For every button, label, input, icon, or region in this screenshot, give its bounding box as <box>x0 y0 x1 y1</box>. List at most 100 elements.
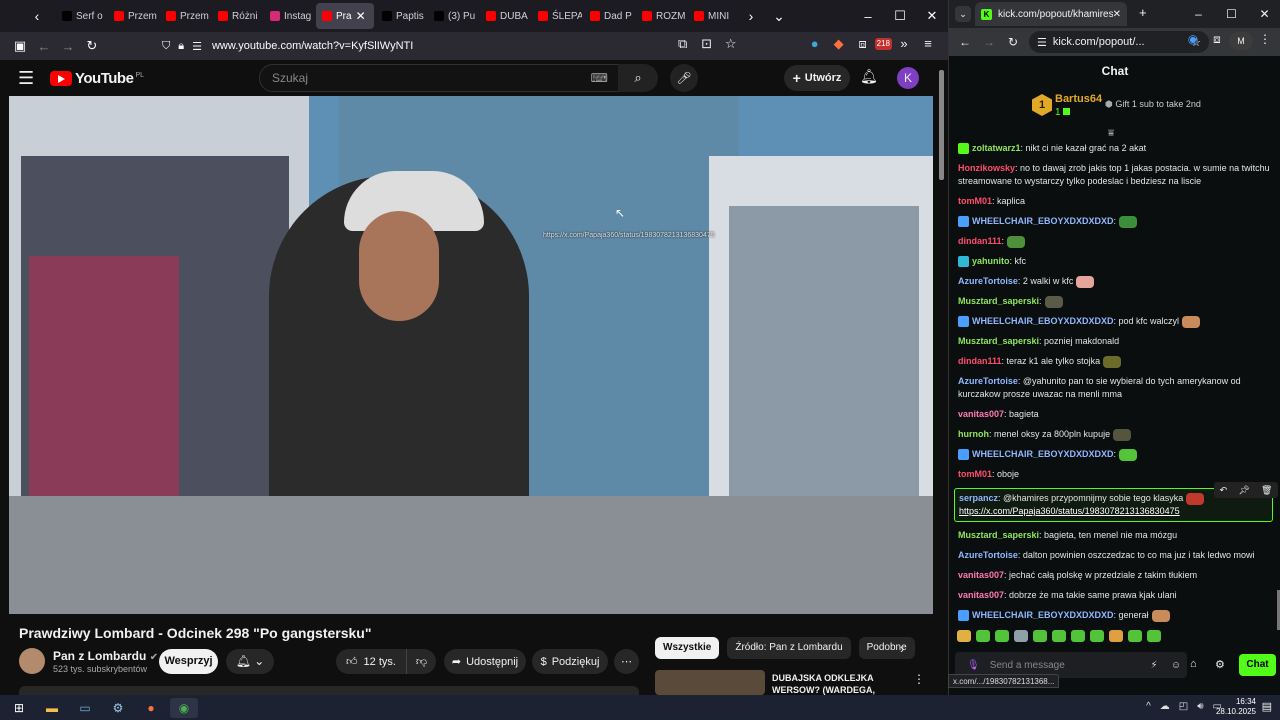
address-bar[interactable]: ⛉ 🔒︎ ☰ www.youtube.com/watch?v=KyfSlIWyN… <box>112 34 672 58</box>
dislike-button[interactable]: 👎︎ <box>406 649 436 674</box>
browser-tab[interactable]: (3) Pu <box>428 3 478 29</box>
lock-icon[interactable]: 🔒︎ <box>178 40 184 53</box>
maximize-icon[interactable]: ☐ <box>884 8 916 24</box>
chat-message[interactable]: AzureTortoise: @yahunito pan to sie wybi… <box>949 375 1280 401</box>
chat-username[interactable]: tomM01 <box>958 469 992 479</box>
chat-message[interactable]: zoltatwarz1: nikt ci nie kazał grać na 2… <box>949 142 1280 155</box>
chat-message[interactable]: tomM01: oboje <box>949 468 1280 481</box>
menu-hamburger-icon[interactable]: ≡ <box>916 36 940 52</box>
filter-chip[interactable]: Źródło: Pan z Lombardu <box>727 637 851 659</box>
tab-scroll-right-icon[interactable]: › <box>740 8 762 24</box>
quick-emote-icon[interactable] <box>1014 630 1028 642</box>
chat-username[interactable]: vanitas007 <box>958 409 1004 419</box>
chat-username[interactable]: Honzikowsky <box>958 163 1015 173</box>
network-icon[interactable]: ◰ <box>1179 701 1188 712</box>
browser-tab[interactable]: ROZM <box>636 3 686 29</box>
browser-tab[interactable]: MINI <box>688 3 738 29</box>
steam-icon[interactable]: ⚙ <box>104 698 132 718</box>
chat-message[interactable]: tomM01: kaplica <box>949 195 1280 208</box>
emoji-icon[interactable]: ☺ <box>1165 660 1187 671</box>
site-info-icon[interactable]: ☰ <box>1037 36 1047 49</box>
quick-emote-icon[interactable] <box>1033 630 1047 642</box>
chrome-icon[interactable]: ◉ <box>170 697 198 718</box>
settings-gear-icon[interactable]: ⚙ <box>1215 658 1225 671</box>
shield-icon[interactable]: ⛉ <box>162 40 170 53</box>
browser-tab[interactable]: Przem <box>108 3 158 29</box>
chat-message[interactable]: dindan111: <box>949 235 1280 248</box>
overflow-chevron-icon[interactable]: » <box>892 36 916 52</box>
extensions-puzzle-icon[interactable]: ⧈ <box>851 36 875 52</box>
chat-username[interactable]: yahunito <box>972 256 1010 266</box>
minimize-icon[interactable]: – <box>1182 7 1215 21</box>
chat-message[interactable]: Musztard_saperski: <box>949 295 1280 308</box>
tab-search-chevron-icon[interactable]: ⌄ <box>955 6 971 22</box>
chat-username[interactable]: Musztard_saperski <box>958 336 1039 346</box>
extensions-puzzle-icon[interactable]: ⧈ <box>1205 32 1229 50</box>
browser-tab[interactable]: Instag <box>264 3 314 29</box>
channel-avatar[interactable] <box>19 648 45 674</box>
tab-list-chevron-icon[interactable]: ⌄ <box>768 8 790 25</box>
chat-message[interactable]: Honzikowsky: no to dawaj zrob jakis top … <box>949 162 1280 188</box>
chat-message[interactable]: Musztard_saperski: bagieta, ten menel ni… <box>949 529 1280 542</box>
permissions-icon[interactable]: ☰ <box>192 40 202 53</box>
search-button[interactable]: ⌕ <box>618 64 658 92</box>
filter-chip[interactable]: Wszystkie <box>655 637 720 659</box>
tray-overflow-chevron-icon[interactable]: ^ <box>1146 701 1151 712</box>
chat-message[interactable]: dindan111: teraz k1 ale tylko stojka <box>949 355 1280 368</box>
chat-message-list[interactable]: zoltatwarz1: nikt ci nie kazał grać na 2… <box>949 142 1280 652</box>
account-avatar[interactable]: K <box>897 67 919 89</box>
gift-prompt[interactable]: ⬢ Gift 1 sub to take 2nd <box>1105 99 1201 110</box>
quick-emote-icon[interactable] <box>1147 630 1161 642</box>
chat-username[interactable]: zoltatwarz1 <box>972 143 1021 153</box>
thanks-button[interactable]: $ Podziękuj <box>532 649 608 674</box>
browser-tab[interactable]: Serf o <box>56 3 106 29</box>
chat-username[interactable]: vanitas007 <box>958 590 1004 600</box>
quick-emote-icon[interactable] <box>1109 630 1123 642</box>
sidebar-icon[interactable]: ▣ <box>8 38 32 54</box>
chat-message[interactable]: WHEELCHAIR_EBOYXDXDXDXD: generał <box>949 609 1280 622</box>
keyboard-icon[interactable]: ⌨ <box>591 71 608 85</box>
volume-icon[interactable]: 🔊︎ <box>1197 701 1203 712</box>
quick-emote-icon[interactable] <box>957 630 971 642</box>
delete-icon[interactable]: 🗑︎ <box>1261 482 1272 498</box>
monitor-app-icon[interactable]: ▭ <box>71 698 99 718</box>
chat-message[interactable]: yahunito: kfc <box>949 255 1280 268</box>
description-box[interactable] <box>19 686 639 695</box>
send-chat-button[interactable]: Chat <box>1239 654 1276 676</box>
firefox-icon[interactable]: ● <box>137 698 165 718</box>
guide-menu-icon[interactable]: ☰ <box>18 68 42 89</box>
page-scrollbar[interactable] <box>939 70 944 180</box>
chat-message[interactable]: vanitas007: dobrze że ma takie same praw… <box>949 589 1280 602</box>
bookmark-star-icon[interactable]: ☆ <box>719 36 743 52</box>
quick-emote-icon[interactable] <box>1052 630 1066 642</box>
quick-emote-icon[interactable] <box>1128 630 1142 642</box>
extension-fox-icon[interactable]: ◆ <box>827 36 851 52</box>
forward-icon[interactable]: → <box>56 39 80 54</box>
chat-username[interactable]: hurnoh <box>958 429 989 439</box>
pin-icon[interactable]: 📌︎ <box>1238 482 1249 498</box>
chat-message[interactable]: AzureTortoise: dalton powinien oszczedza… <box>949 549 1280 562</box>
reload-icon[interactable]: ↻ <box>80 38 104 54</box>
youtube-logo[interactable]: YouTube PL <box>50 70 144 87</box>
chat-username[interactable]: Musztard_saperski <box>958 530 1039 540</box>
notifications-icon[interactable]: ▤ <box>1262 700 1272 713</box>
start-windows-icon[interactable]: ⊞ <box>5 698 33 718</box>
url-text[interactable]: www.youtube.com/watch?v=KyfSlIWyNTI <box>212 40 413 52</box>
pip-icon[interactable]: ⧉ <box>671 36 695 52</box>
chat-message[interactable]: AzureTortoise: 2 walki w kfc <box>949 275 1280 288</box>
chat-message[interactable]: WHEELCHAIR_EBOYXDXDXDXD: pod kfc walczyl <box>949 315 1280 328</box>
chat-username[interactable]: serpancz <box>959 493 998 503</box>
maximize-icon[interactable]: ☐ <box>1215 7 1248 21</box>
more-actions-button[interactable]: ⋯ <box>614 649 639 674</box>
chat-username[interactable]: WHEELCHAIR_EBOYXDXDXDXD <box>972 610 1114 620</box>
forward-icon[interactable]: → <box>977 35 1001 49</box>
cloud-icon[interactable]: ☁ <box>1160 701 1170 712</box>
chat-message[interactable]: WHEELCHAIR_EBOYXDXDXDXD: <box>949 448 1280 461</box>
close-window-icon[interactable]: ✕ <box>1248 7 1280 21</box>
chat-username[interactable]: WHEELCHAIR_EBOYXDXDXDXD <box>972 449 1114 459</box>
tab-close-icon[interactable]: ✕ <box>356 9 366 23</box>
close-window-icon[interactable]: ✕ <box>916 8 948 24</box>
browser-tab[interactable]: Przem <box>160 3 210 29</box>
store-icon[interactable]: ⌂ <box>1190 658 1197 670</box>
create-button[interactable]: + Utwórz <box>784 65 850 91</box>
